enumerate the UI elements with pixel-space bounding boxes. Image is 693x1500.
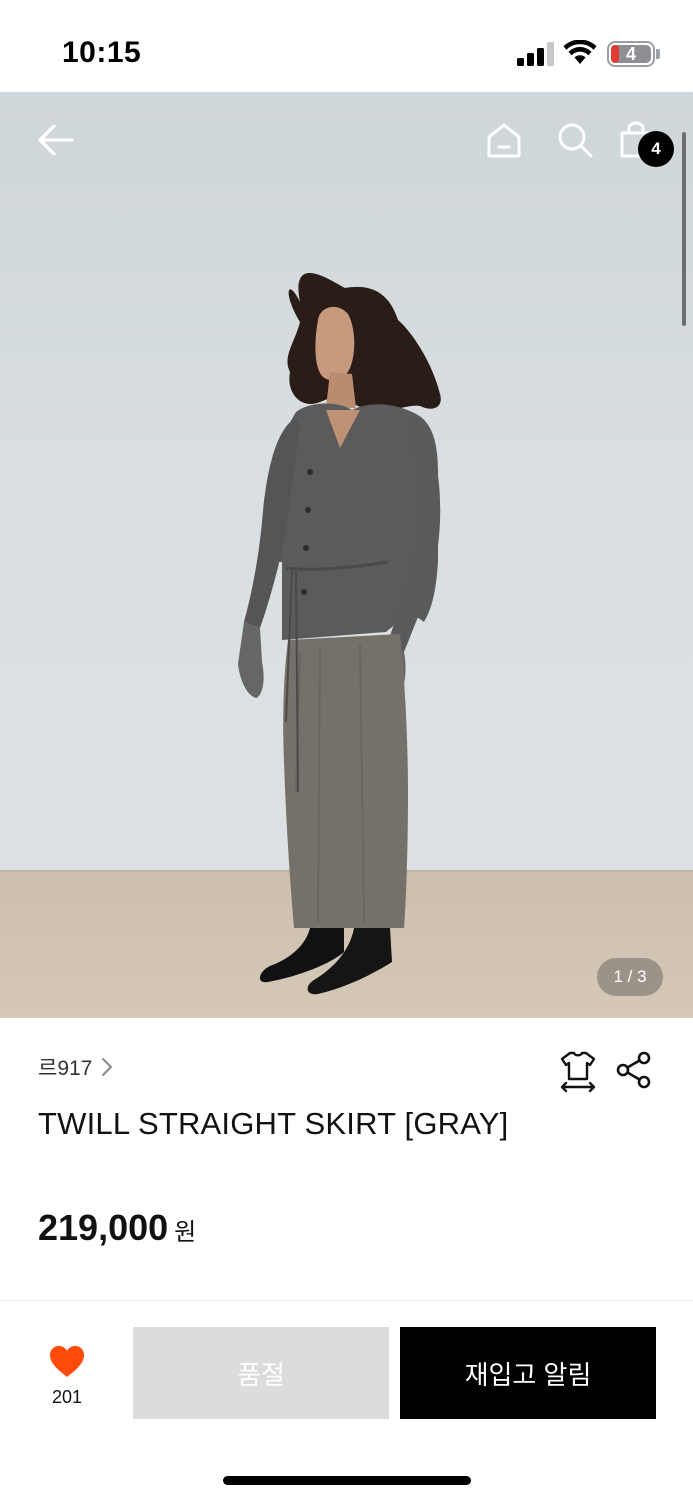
heart-icon <box>50 1346 84 1377</box>
size-guide-icon[interactable] <box>558 1049 598 1093</box>
product-title: TWILL STRAIGHT SKIRT [GRAY] <box>38 1106 509 1141</box>
product-photo-model <box>238 272 441 995</box>
status-time: 10:15 <box>62 36 142 69</box>
wifi-icon <box>563 40 597 64</box>
share-icon[interactable] <box>614 1050 654 1090</box>
image-pager: 1 / 3 <box>597 958 663 996</box>
price-currency: 원 <box>174 1219 197 1246</box>
like-count: 201 <box>51 1387 83 1407</box>
product-image-gallery[interactable]: 4 1 / 3 <box>0 92 693 1018</box>
sold-out-button: 품절 <box>133 1327 389 1419</box>
home-icon <box>487 123 521 158</box>
home-indicator[interactable] <box>223 1476 471 1485</box>
purchase-bar: 201 품절 재입고 알림 <box>0 1300 693 1500</box>
search-icon <box>558 123 593 158</box>
signal-icon <box>517 42 554 66</box>
back-arrow-icon <box>38 124 74 156</box>
price: 219,000 원 <box>38 1207 196 1249</box>
battery-nub <box>656 49 660 59</box>
battery-icon: 4 <box>607 41 655 67</box>
status-bar: 10:15 4 <box>0 0 693 92</box>
restock-alert-button[interactable]: 재입고 알림 <box>400 1327 656 1419</box>
home-button[interactable] <box>480 116 528 164</box>
brand-link[interactable]: 르917 <box>38 1052 114 1082</box>
back-button[interactable] <box>32 116 80 164</box>
search-button[interactable] <box>551 116 599 164</box>
image-scrollbar[interactable] <box>682 132 686 326</box>
chevron-right-icon <box>102 1058 113 1076</box>
like-button[interactable]: 201 <box>36 1343 98 1413</box>
brand-name: 르917 <box>38 1057 93 1080</box>
battery-level: 4 <box>625 44 636 64</box>
price-value: 219,000 <box>38 1207 169 1248</box>
cart-count-badge: 4 <box>638 131 674 167</box>
